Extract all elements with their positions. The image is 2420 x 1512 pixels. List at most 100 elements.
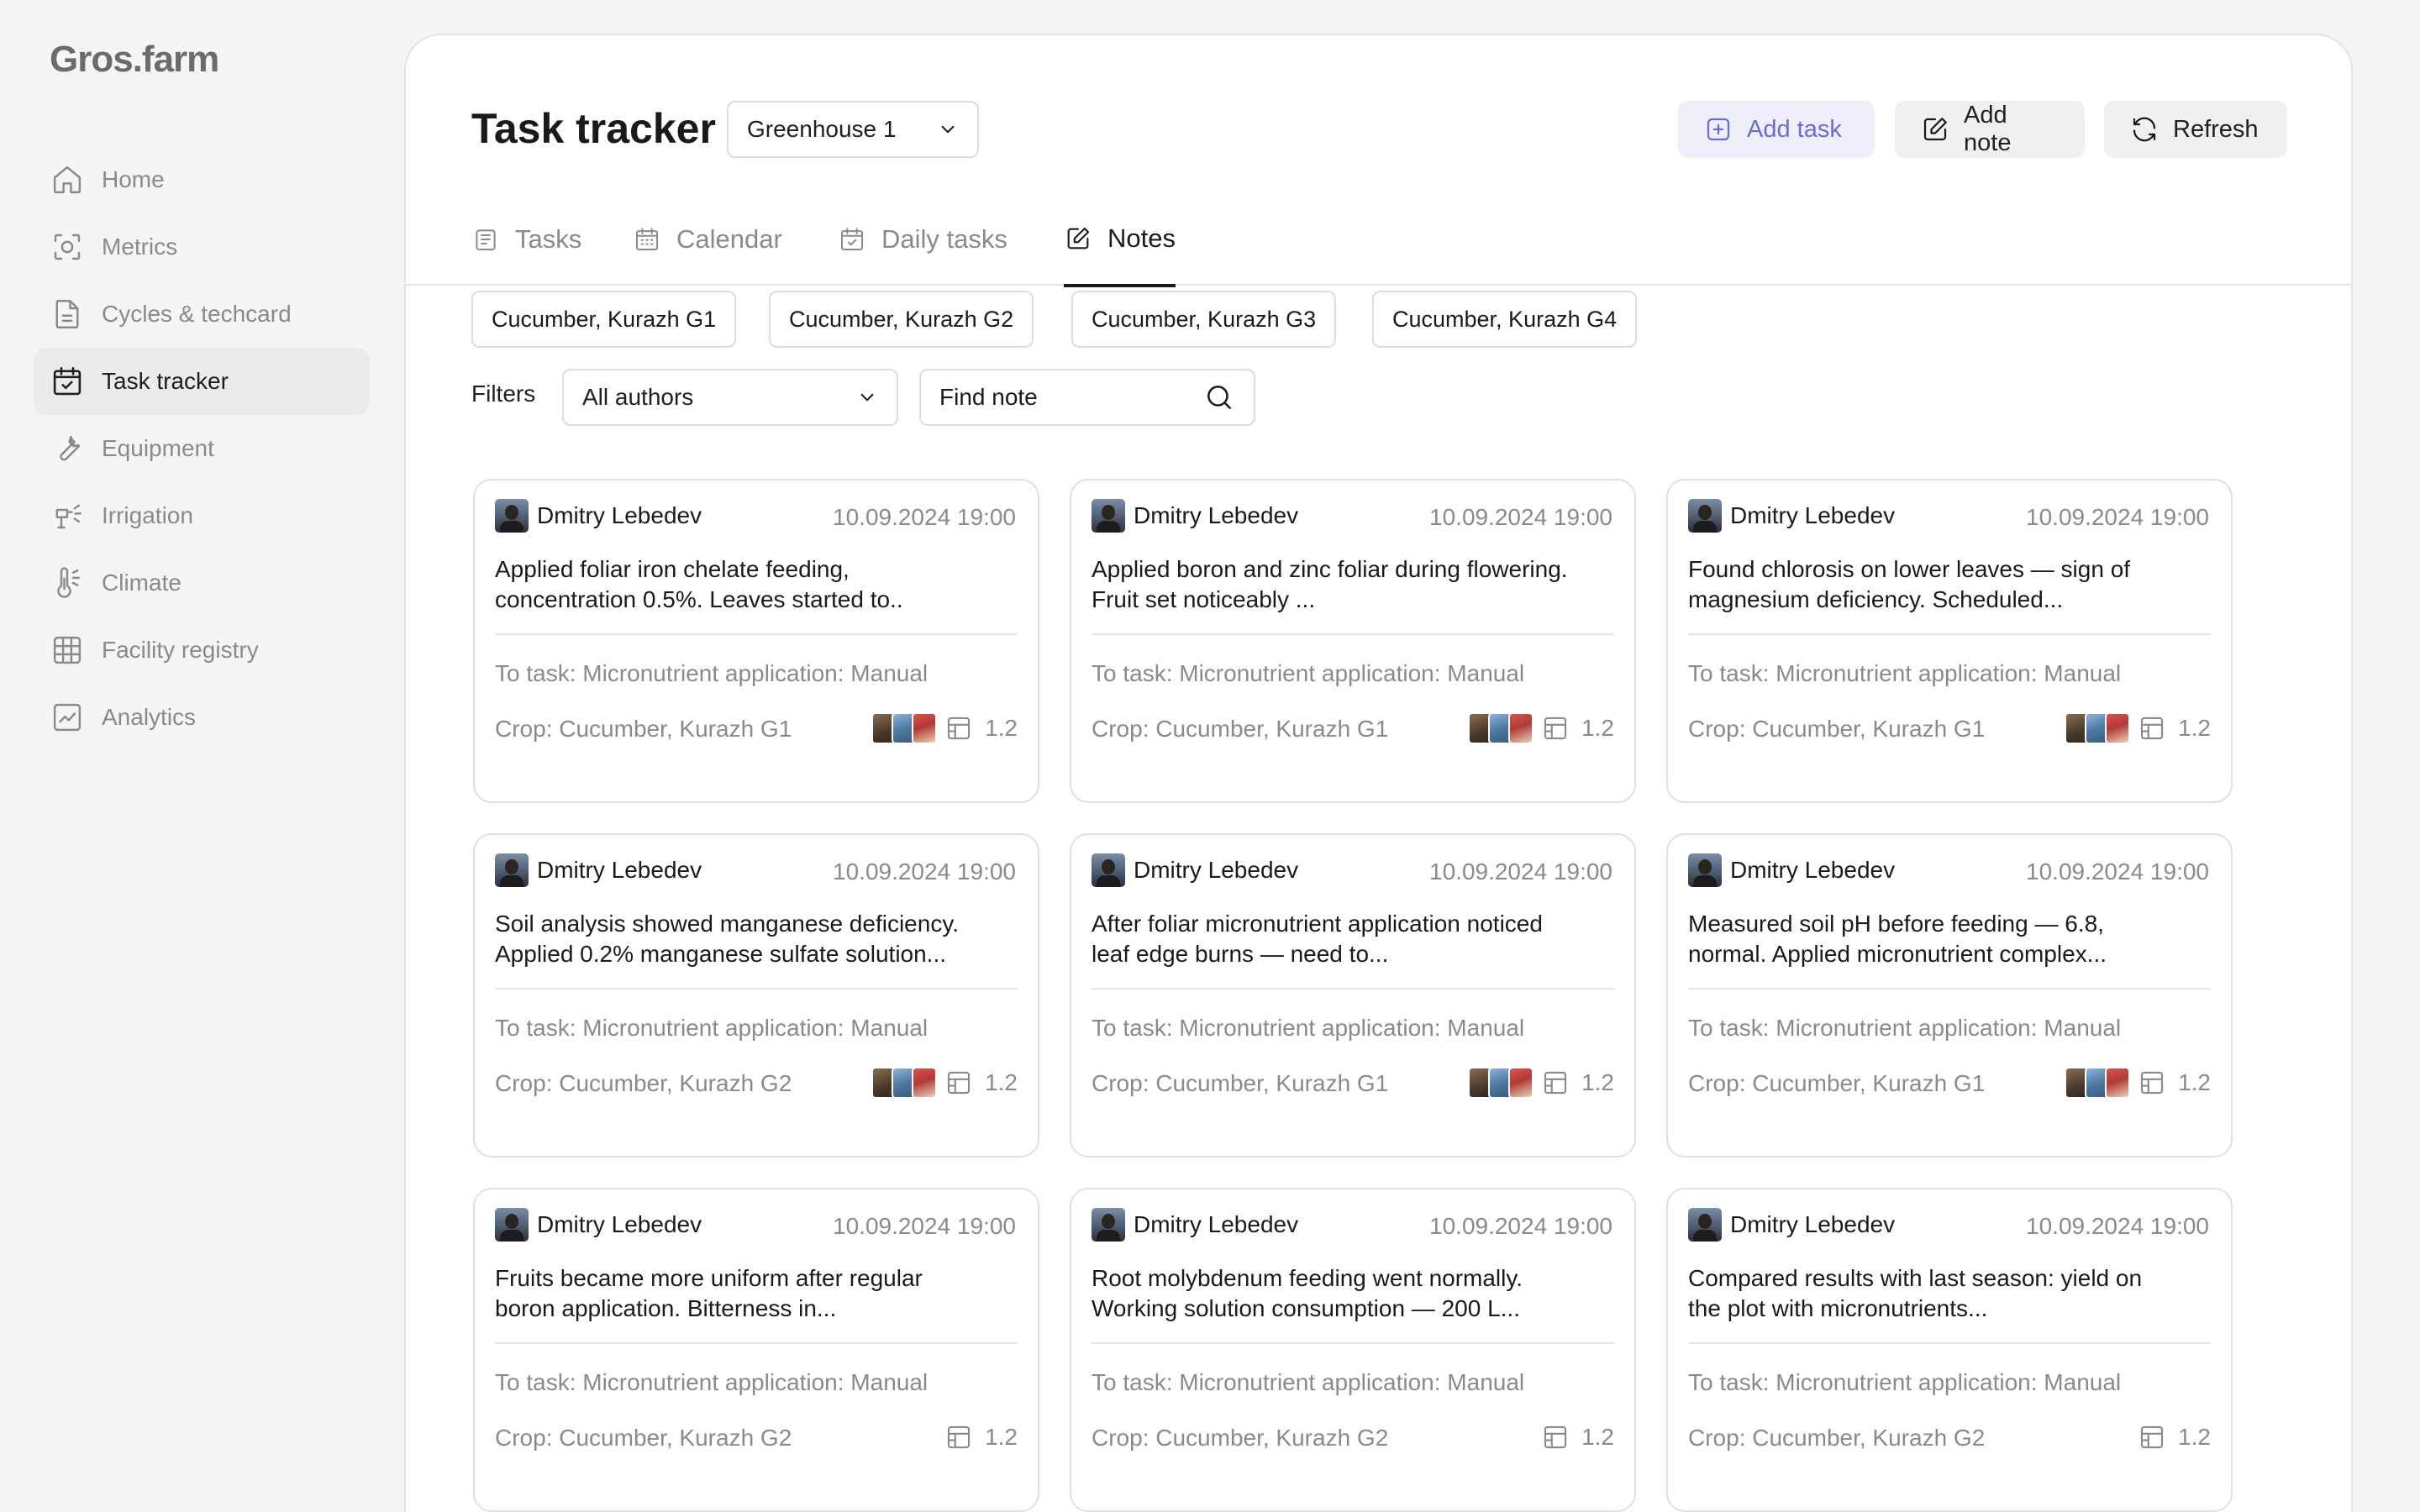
note-text-line: magnesium deficiency. Scheduled... xyxy=(1688,586,2064,612)
author-name: Dmitry Lebedev xyxy=(1134,1211,1299,1237)
photo-thumbnails[interactable] xyxy=(871,1067,937,1099)
tab-daily-tasks[interactable]: Daily tasks xyxy=(838,193,1007,286)
note-crop: Crop: Cucumber, Kurazh G2 xyxy=(495,1070,792,1096)
photo-thumbnails[interactable] xyxy=(871,712,937,744)
search-icon[interactable] xyxy=(1203,381,1235,413)
sprinkler-icon xyxy=(50,498,85,533)
tab-notes[interactable]: Notes xyxy=(1064,193,1176,287)
note-author: Dmitry Lebedev xyxy=(1092,853,1298,887)
photo-thumbnail[interactable] xyxy=(1508,1067,1534,1099)
note-text-line: the plot with micronutrients... xyxy=(1688,1295,1988,1321)
tab-tasks[interactable]: Tasks xyxy=(471,193,581,286)
note-crop: Crop: Cucumber, Kurazh G1 xyxy=(1688,716,1986,742)
calendar-check-icon xyxy=(838,225,866,254)
tab-calendar[interactable]: Calendar xyxy=(633,193,782,286)
note-card[interactable]: Dmitry Lebedev 10.09.2024 19:00 Fruits b… xyxy=(473,1188,1039,1512)
author-select[interactable]: All authors xyxy=(562,369,898,426)
table-icon xyxy=(1541,714,1570,743)
note-card[interactable]: Dmitry Lebedev 10.09.2024 19:00 Applied … xyxy=(473,479,1039,803)
note-card[interactable]: Dmitry Lebedev 10.09.2024 19:00 Root mol… xyxy=(1070,1188,1636,1512)
sidebar-item-climate[interactable]: Climate xyxy=(34,549,370,617)
note-card[interactable]: Dmitry Lebedev 10.09.2024 19:00 Found ch… xyxy=(1666,479,2233,803)
zone-value: 1.2 xyxy=(2178,1069,2211,1095)
author-name: Dmitry Lebedev xyxy=(1730,857,1896,883)
note-card[interactable]: Dmitry Lebedev 10.09.2024 19:00 Compared… xyxy=(1666,1188,2233,1512)
note-zone: 1.2 xyxy=(2138,1068,2211,1097)
note-task-link[interactable]: To task: Micronutrient application: Manu… xyxy=(1688,1015,2121,1042)
author-name: Dmitry Lebedev xyxy=(1730,1211,1896,1237)
crop-chip[interactable]: Cucumber, Kurazh G2 xyxy=(769,291,1034,348)
note-task-link[interactable]: To task: Micronutrient application: Manu… xyxy=(1092,1015,1524,1042)
tab-label: Notes xyxy=(1107,223,1176,253)
sidebar-item-equipment[interactable]: Equipment xyxy=(34,415,370,482)
crop-chip[interactable]: Cucumber, Kurazh G4 xyxy=(1372,291,1638,348)
author-name: Dmitry Lebedev xyxy=(537,857,702,883)
photo-thumbnail[interactable] xyxy=(2105,1067,2130,1099)
add-task-button[interactable]: Add task xyxy=(1678,101,1875,158)
zone-value: 1.2 xyxy=(2178,715,2211,741)
divider xyxy=(1092,1342,1614,1344)
author-select-value: All authors xyxy=(582,384,694,410)
note-date: 10.09.2024 19:00 xyxy=(833,858,1016,885)
note-task-link[interactable]: To task: Micronutrient application: Manu… xyxy=(495,1015,928,1042)
table-icon xyxy=(2138,714,2166,743)
note-task-link[interactable]: To task: Micronutrient application: Manu… xyxy=(1092,1369,1524,1396)
greenhouse-select[interactable]: Greenhouse 1 xyxy=(727,101,979,158)
note-task-link[interactable]: To task: Micronutrient application: Manu… xyxy=(1092,660,1524,687)
search-input[interactable] xyxy=(939,384,1192,411)
note-text: Measured soil pH before feeding — 6.8, n… xyxy=(1688,909,2209,969)
note-card[interactable]: Dmitry Lebedev 10.09.2024 19:00 Soil ana… xyxy=(473,833,1039,1158)
divider xyxy=(1688,988,2211,990)
home-icon xyxy=(50,162,85,197)
photo-thumbnails[interactable] xyxy=(2065,1067,2130,1099)
sidebar-item-irrigation[interactable]: Irrigation xyxy=(34,482,370,549)
sidebar-item-task-tracker[interactable]: Task tracker xyxy=(34,348,370,415)
note-text-line: boron application. Bitterness in... xyxy=(495,1295,837,1321)
sidebar-item-facility-registry[interactable]: Facility registry xyxy=(34,617,370,684)
sidebar-item-label: Irrigation xyxy=(102,502,193,528)
table-icon xyxy=(944,1423,973,1452)
note-task-link[interactable]: To task: Micronutrient application: Manu… xyxy=(495,1369,928,1396)
table-icon xyxy=(1541,1068,1570,1097)
note-zone: 1.2 xyxy=(1541,1068,1614,1097)
add-task-label: Add task xyxy=(1747,115,1842,143)
note-task-link[interactable]: To task: Micronutrient application: Manu… xyxy=(1688,660,2121,687)
note-text-line: Compared results with last season: yield… xyxy=(1688,1265,2143,1291)
photo-thumbnail[interactable] xyxy=(2105,712,2130,744)
note-card[interactable]: Dmitry Lebedev 10.09.2024 19:00 After fo… xyxy=(1070,833,1636,1158)
note-card[interactable]: Dmitry Lebedev 10.09.2024 19:00 Applied … xyxy=(1070,479,1636,803)
photo-thumbnail[interactable] xyxy=(1508,712,1534,744)
photo-thumbnails[interactable] xyxy=(1468,712,1534,744)
sidebar-item-analytics[interactable]: Analytics xyxy=(34,684,370,751)
crop-chip[interactable]: Cucumber, Kurazh G1 xyxy=(471,291,737,348)
note-task-link[interactable]: To task: Micronutrient application: Manu… xyxy=(1688,1369,2121,1396)
note-date: 10.09.2024 19:00 xyxy=(1429,858,1612,885)
photo-thumbnail[interactable] xyxy=(912,712,937,744)
author-name: Dmitry Lebedev xyxy=(1134,857,1299,883)
table-icon xyxy=(2138,1423,2166,1452)
note-card[interactable]: Dmitry Lebedev 10.09.2024 19:00 Measured… xyxy=(1666,833,2233,1158)
crop-chip[interactable]: Cucumber, Kurazh G3 xyxy=(1071,291,1337,348)
note-author: Dmitry Lebedev xyxy=(495,853,702,887)
photo-thumbnails[interactable] xyxy=(1468,1067,1534,1099)
add-note-button[interactable]: Add note xyxy=(1895,101,2085,158)
note-text-line: Working solution consumption — 200 L... xyxy=(1092,1295,1520,1321)
sidebar-item-home[interactable]: Home xyxy=(34,146,370,213)
author-name: Dmitry Lebedev xyxy=(537,1211,702,1237)
zone-value: 1.2 xyxy=(1581,1424,1614,1450)
note-crop: Crop: Cucumber, Kurazh G2 xyxy=(1688,1425,1986,1451)
brand-logo[interactable]: Gros.farm xyxy=(50,39,219,81)
sidebar-item-label: Cycles & techcard xyxy=(102,301,292,327)
refresh-button[interactable]: Refresh xyxy=(2104,101,2287,158)
note-task-link[interactable]: To task: Micronutrient application: Manu… xyxy=(495,660,928,687)
photo-thumbnails[interactable] xyxy=(2065,712,2130,744)
note-text-line: Applied foliar iron chelate feeding, xyxy=(495,556,850,582)
sidebar-item-metrics[interactable]: Metrics xyxy=(34,213,370,281)
sidebar-nav: Home Metrics Cycles & techcard Task trac… xyxy=(34,146,370,751)
photo-thumbnail[interactable] xyxy=(912,1067,937,1099)
avatar xyxy=(495,853,529,887)
note-text-line: Applied boron and zinc foliar during flo… xyxy=(1092,556,1568,582)
sidebar-item-cycles[interactable]: Cycles & techcard xyxy=(34,281,370,348)
refresh-label: Refresh xyxy=(2173,115,2259,143)
calendar-check-icon xyxy=(50,364,85,399)
